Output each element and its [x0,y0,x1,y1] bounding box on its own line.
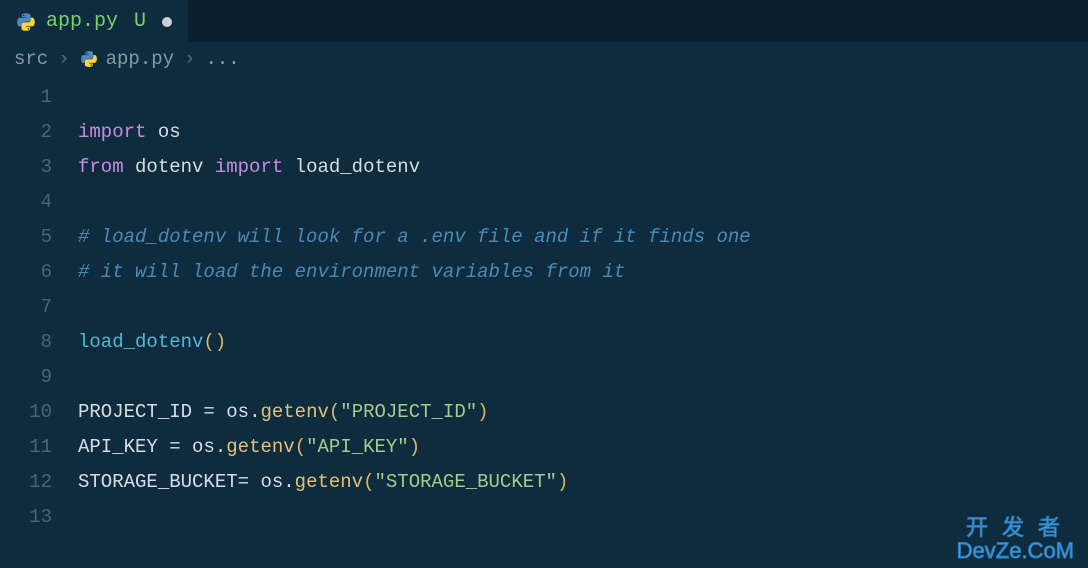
code-line: STORAGE_BUCKET= os.getenv("STORAGE_BUCKE… [78,465,1088,500]
code-line [78,290,1088,325]
line-number: 10 [0,395,52,430]
line-number-gutter: 1 2 3 4 5 6 7 8 9 10 11 12 13 [0,80,78,535]
breadcrumb-file[interactable]: app.py [80,48,174,70]
unsaved-indicator-icon [162,17,172,27]
breadcrumb-filename: app.py [106,48,174,70]
line-number: 1 [0,80,52,115]
tab-git-status: U [134,10,146,33]
code-line: # load_dotenv will look for a .env file … [78,220,1088,255]
code-line: # it will load the environment variables… [78,255,1088,290]
line-number: 5 [0,220,52,255]
breadcrumb-folder[interactable]: src [14,48,48,70]
code-line: API_KEY = os.getenv("API_KEY") [78,430,1088,465]
line-number: 9 [0,360,52,395]
tab-bar: app.py U [0,0,1088,42]
code-line [78,80,1088,115]
line-number: 11 [0,430,52,465]
tab-filename: app.py [46,10,118,33]
tab-app-py[interactable]: app.py U [0,0,188,42]
code-line: import os [78,115,1088,150]
code-content[interactable]: import os from dotenv import load_dotenv… [78,80,1088,535]
code-line [78,185,1088,220]
line-number: 3 [0,150,52,185]
line-number: 2 [0,115,52,150]
line-number: 4 [0,185,52,220]
code-line: load_dotenv() [78,325,1088,360]
chevron-right-icon: › [58,48,69,70]
line-number: 7 [0,290,52,325]
python-icon [80,50,98,68]
watermark-en: DevZe.CoM [957,539,1074,562]
line-number: 6 [0,255,52,290]
chevron-right-icon: › [184,48,195,70]
breadcrumb-symbol[interactable]: ... [205,48,239,70]
code-editor[interactable]: 1 2 3 4 5 6 7 8 9 10 11 12 13 import os … [0,76,1088,535]
code-line [78,360,1088,395]
line-number: 13 [0,500,52,535]
code-line [78,500,1088,535]
code-line: PROJECT_ID = os.getenv("PROJECT_ID") [78,395,1088,430]
line-number: 12 [0,465,52,500]
python-icon [16,12,36,32]
code-line: from dotenv import load_dotenv [78,150,1088,185]
breadcrumb[interactable]: src › app.py › ... [0,42,1088,76]
line-number: 8 [0,325,52,360]
